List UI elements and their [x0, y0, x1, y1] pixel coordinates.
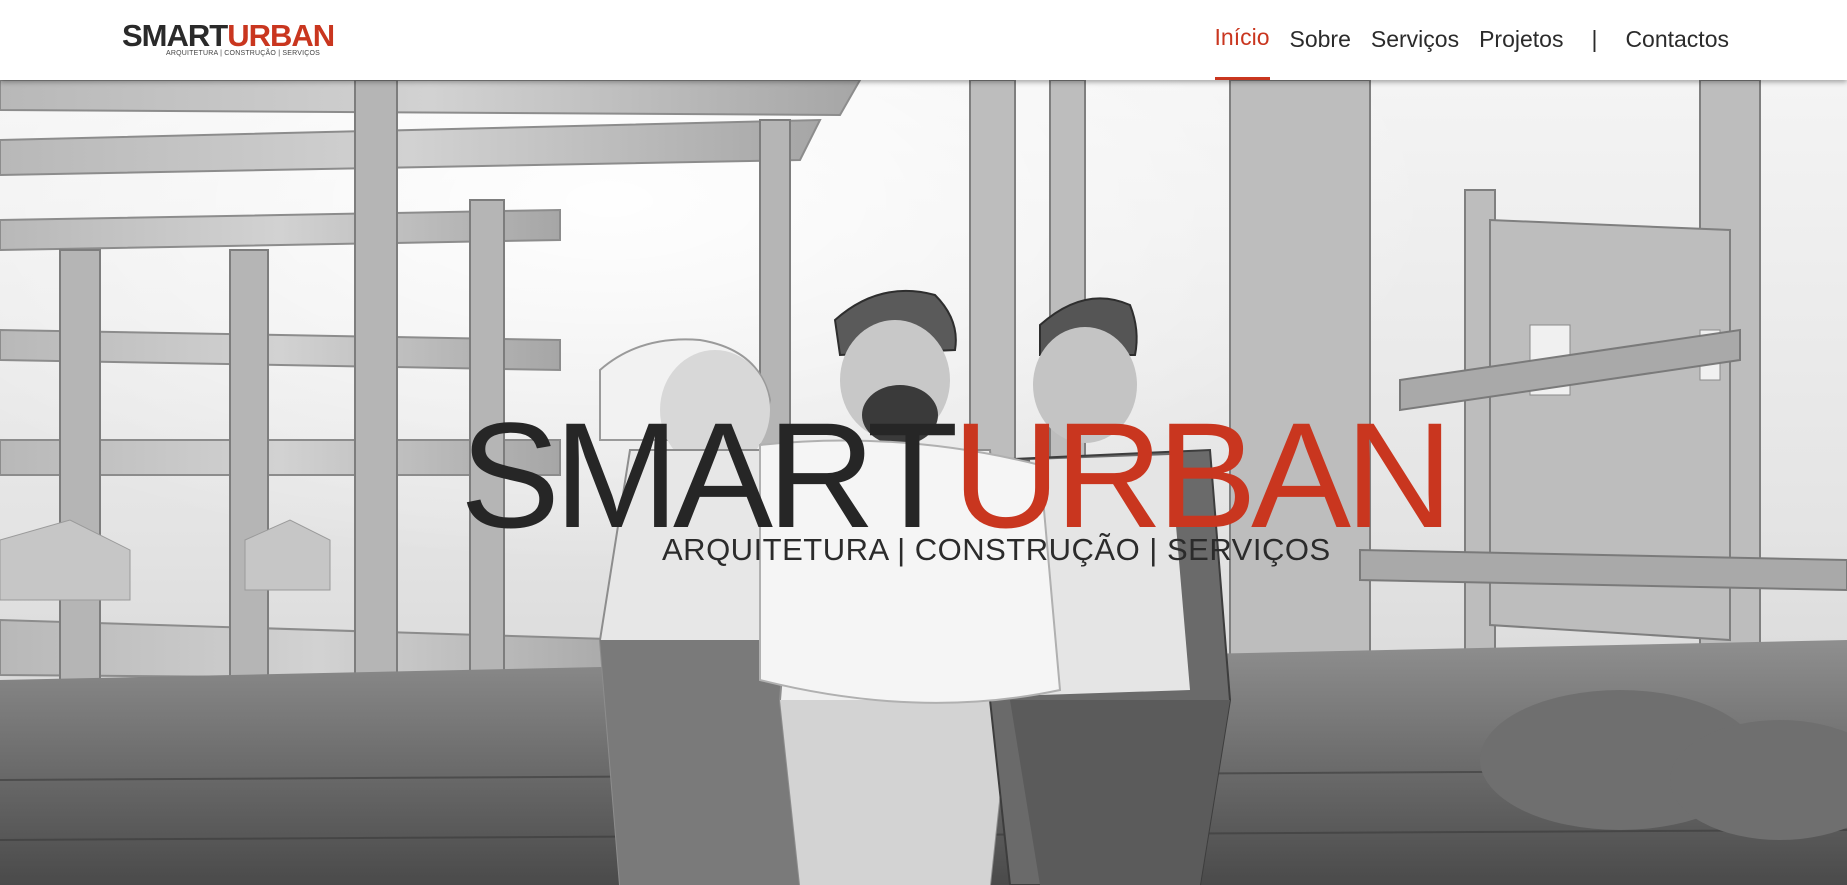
nav-item-servicos[interactable]: Serviços [1361, 0, 1469, 80]
nav-separator: | [1591, 26, 1598, 52]
header-logo[interactable]: SMARTURBAN ARQUITETURA | CONSTRUÇÃO | SE… [122, 20, 335, 60]
nav-item-contactos[interactable]: Contactos [1615, 0, 1729, 80]
header-logo-wordmark: SMARTURBAN [122, 18, 335, 53]
header-logo-word-dark: SMART [122, 18, 228, 53]
nav-item-projetos[interactable]: Projetos [1469, 0, 1573, 80]
nav-item-sobre[interactable]: Sobre [1280, 0, 1361, 80]
hero-logo-wordmark: SMARTURBAN [460, 400, 1453, 550]
header-logo-tagline: ARQUITETURA | CONSTRUÇÃO | SERVIÇOS [166, 50, 321, 57]
nav-item-inicio[interactable]: Início [1205, 0, 1280, 80]
header-logo-word-red: URBAN [227, 18, 335, 53]
site-header: SMARTURBAN ARQUITETURA | CONSTRUÇÃO | SE… [0, 0, 1847, 80]
main-nav: Início Sobre Serviços Projetos | Contact… [1205, 0, 1729, 80]
hero-banner: SMARTURBAN ARQUITETURA | CONSTRUÇÃO | SE… [0, 80, 1847, 885]
hero-logo-tagline: ARQUITETURA | CONSTRUÇÃO | SERVIÇOS [662, 532, 1331, 567]
hero-logo: SMARTURBAN ARQUITETURA | CONSTRUÇÃO | SE… [460, 400, 1453, 650]
